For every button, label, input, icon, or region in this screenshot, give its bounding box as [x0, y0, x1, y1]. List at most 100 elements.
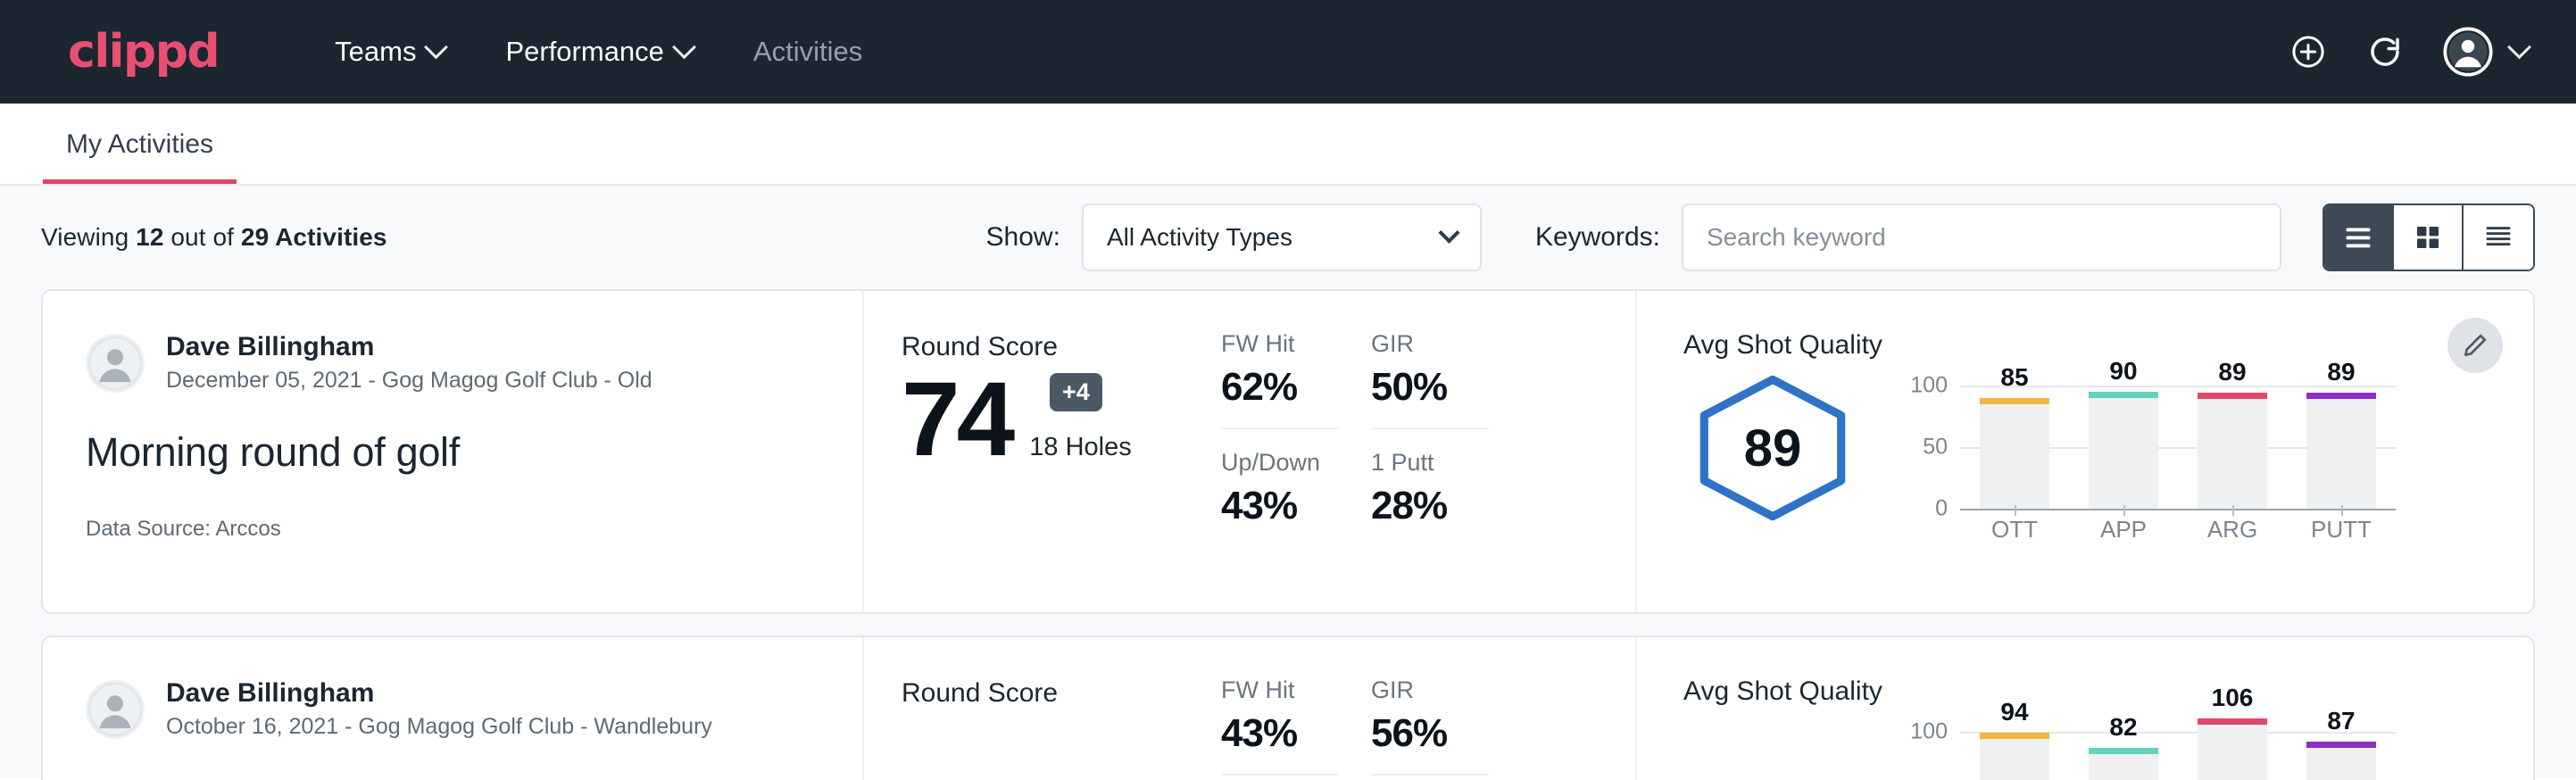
chart-bar-value-label: 85 — [2000, 363, 2028, 392]
stat-value-fw-hit: 43% — [1221, 711, 1371, 756]
player-name: Dave Billingham — [166, 678, 712, 709]
avg-shot-quality-label: Avg Shot Quality — [1683, 676, 2533, 707]
divider — [1221, 774, 1339, 776]
stat-value-fw-hit: 62% — [1221, 365, 1371, 410]
clippd-logo[interactable]: clippd — [68, 25, 219, 79]
filter-toolbar: Viewing 12 out of 29 Activities Show: Al… — [41, 186, 2535, 289]
chart-bars: 85908989 — [1960, 373, 2396, 509]
edit-activity-button[interactable] — [2447, 318, 2503, 373]
chart-bar-value-label: 90 — [2109, 357, 2137, 386]
refresh-icon[interactable] — [2366, 33, 2404, 71]
plus-circle-icon[interactable] — [2289, 33, 2327, 71]
chart-bar-group: 89 — [2178, 373, 2287, 509]
activity-data-source: Data Source: Arccos — [86, 517, 862, 542]
chart-bar-group: 87 — [2287, 719, 2396, 780]
stat-value-1-putt: 28% — [1371, 484, 1521, 528]
round-score-row — [902, 716, 1221, 723]
chart-bar — [2306, 399, 2376, 509]
chart-bar-value-label: 87 — [2327, 707, 2355, 735]
avg-shot-quality-body: 89 10050085908989OTTAPPARGPUTT — [1683, 373, 2533, 552]
holes-played: 18 Holes — [1029, 433, 1131, 469]
view-mode-detail-button[interactable] — [2464, 205, 2533, 270]
stat-label-fw-hit: FW Hit — [1221, 676, 1371, 704]
nav-item-teams-label: Teams — [335, 36, 416, 68]
viewing-mid: out of — [164, 223, 241, 251]
shot-quality-bar-chart: 10050085908989OTTAPPARGPUTT — [1896, 373, 2396, 552]
chart-bar — [1980, 404, 2049, 509]
chart-bar-group: 90 — [2069, 373, 2178, 509]
round-score-value: 74 — [902, 369, 1011, 469]
chart-y-tick: 0 — [1935, 496, 1948, 522]
stat-column-left: FW Hit 43% — [1221, 676, 1371, 780]
chart-y-tick: 100 — [1910, 372, 1948, 398]
nav-item-performance[interactable]: Performance — [475, 36, 722, 68]
nav-item-activities[interactable]: Activities — [723, 36, 893, 68]
activity-meta: October 16, 2021 - Gog Magog Golf Club -… — [166, 714, 712, 740]
activity-author-text: Dave Billingham October 16, 2021 - Gog M… — [166, 678, 712, 740]
viewing-prefix: Viewing — [41, 223, 136, 251]
chart-x-tick-wrap: APP — [2069, 516, 2178, 544]
chart-bar-value-label: 82 — [2109, 713, 2137, 742]
chart-y-tick: 100 — [1910, 718, 1948, 744]
nav-item-performance-label: Performance — [505, 36, 663, 68]
chart-bar-cap — [1980, 733, 2049, 739]
round-score-row: 74 +4 18 Holes — [902, 369, 1221, 469]
activity-card[interactable]: Dave Billingham October 16, 2021 - Gog M… — [41, 635, 2535, 780]
avg-shot-quality-section: Avg Shot Quality 89 10050085908989OTTAPP… — [1635, 291, 2533, 612]
avatar — [86, 334, 145, 393]
stat-label-1-putt: 1 Putt — [1371, 449, 1521, 477]
tab-my-activities-label: My Activities — [66, 129, 213, 159]
chart-bar-value-label: 106 — [2212, 684, 2254, 712]
stat-column-right: GIR 50% 1 Putt 28% — [1371, 330, 1521, 612]
account-avatar-icon — [2443, 27, 2493, 77]
chart-bar-group: 89 — [2287, 373, 2396, 509]
activity-meta: December 05, 2021 - Gog Magog Golf Club … — [166, 368, 652, 394]
chevron-down-icon — [425, 35, 449, 59]
stat-column-right: GIR 56% — [1371, 676, 1521, 780]
chart-bar-value-label: 94 — [2000, 698, 2028, 726]
divider — [1371, 774, 1489, 776]
activity-card[interactable]: Dave Billingham December 05, 2021 - Gog … — [41, 289, 2535, 614]
chart-bar-group: 82 — [2069, 719, 2178, 780]
keywords-label: Keywords: — [1535, 222, 1660, 253]
avg-shot-quality-label: Avg Shot Quality — [1683, 330, 2533, 361]
activity-type-select-value: All Activity Types — [1107, 223, 1292, 252]
tab-my-activities[interactable]: My Activities — [43, 129, 237, 184]
account-menu[interactable] — [2443, 27, 2528, 77]
round-score-section: Round Score — [864, 637, 1221, 780]
chart-bar — [2198, 725, 2267, 780]
stat-value-gir: 50% — [1371, 365, 1521, 410]
viewing-total: 29 Activities — [241, 223, 387, 251]
quality-score-value: 89 — [1744, 419, 1802, 478]
chart-x-tick-label: OTT — [1960, 516, 2069, 544]
search-input[interactable] — [1682, 203, 2281, 271]
pencil-icon — [2461, 331, 2489, 360]
chart-bar-value-label: 89 — [2327, 358, 2355, 386]
viewing-count: 12 — [136, 223, 163, 251]
chart-x-tick-wrap: PUTT — [2287, 516, 2396, 544]
nav-item-teams[interactable]: Teams — [304, 36, 475, 68]
chart-gridline — [1960, 509, 2396, 510]
chart-bar-cap — [1980, 398, 2049, 404]
stat-value-gir: 56% — [1371, 711, 1521, 756]
view-mode-grid-button[interactable] — [2394, 205, 2464, 270]
show-label: Show: — [986, 222, 1060, 253]
activity-card-summary: Dave Billingham December 05, 2021 - Gog … — [43, 291, 864, 612]
view-mode-toggle-group — [2323, 203, 2535, 271]
activity-type-select[interactable]: All Activity Types — [1082, 203, 1482, 271]
chart-bar-group: 94 — [1960, 719, 2069, 780]
score-over-par-badge: +4 — [1050, 373, 1102, 411]
activity-author: Dave Billingham December 05, 2021 - Gog … — [86, 332, 862, 394]
chart-bar — [2306, 748, 2376, 780]
chevron-down-icon — [672, 35, 696, 59]
stat-label-up-down: Up/Down — [1221, 449, 1371, 477]
nav-right-actions — [2289, 27, 2528, 77]
chart-bar-cap — [2198, 393, 2267, 399]
top-navigation-bar: clippd Teams Performance Activities — [0, 0, 2576, 104]
round-stats-section: FW Hit 43% GIR 56% — [1221, 637, 1635, 780]
round-stats-section: FW Hit 62% Up/Down 43% GIR 50% 1 Putt 28… — [1221, 291, 1635, 612]
tab-bar: My Activities — [0, 104, 2576, 186]
view-mode-list-button[interactable] — [2324, 205, 2394, 270]
stat-label-gir: GIR — [1371, 676, 1521, 704]
chart-plot-area: 948210687 — [1960, 719, 2396, 780]
